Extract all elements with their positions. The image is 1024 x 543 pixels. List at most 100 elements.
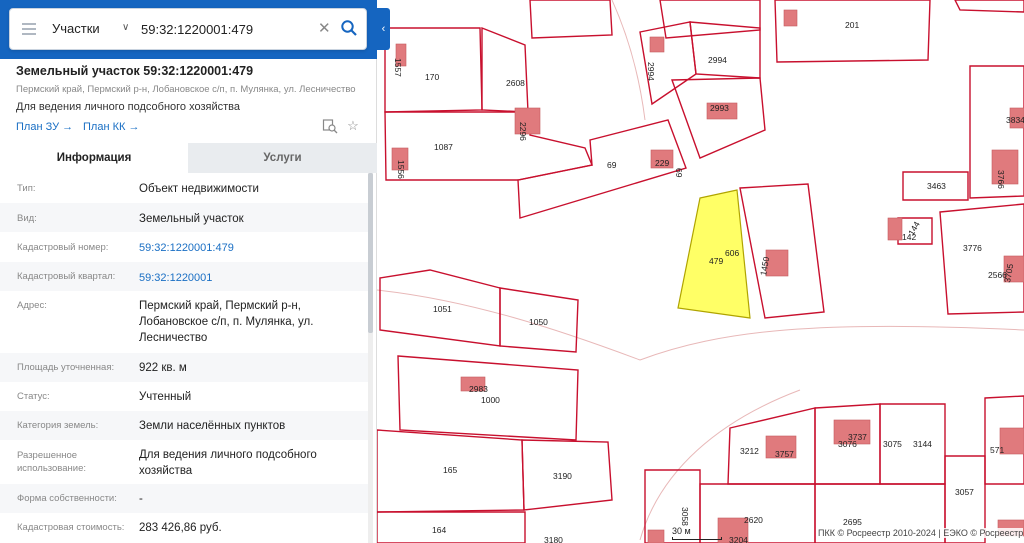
detail-row: Тип: Объект недвижимости [0, 173, 368, 203]
details-list: Тип: Объект недвижимости Вид: Земельный … [0, 173, 368, 543]
parcel-number-label: 165 [443, 465, 457, 475]
plan-kk-link[interactable]: План КК → [83, 121, 139, 133]
parcel-top-b[interactable] [659, 0, 761, 39]
cadastral-quarter-link[interactable]: 59:32:1220001 [139, 270, 354, 286]
parcel-number-label: 144 [906, 219, 922, 237]
panel-tabs: Информация Услуги [0, 143, 377, 173]
parcel-number-label: 69 [607, 160, 617, 170]
parcel-number-label: 3075 [883, 439, 902, 449]
parcel-number-label: 1051 [433, 304, 452, 314]
zoom-to-object-icon[interactable] [322, 118, 338, 134]
detail-row: Форма собственности: - [0, 484, 368, 513]
parcel-number-label: 3834 [1006, 115, 1024, 125]
parcel-number-label: 3463 [927, 181, 946, 191]
parcel-top-c[interactable] [954, 0, 1024, 13]
detail-value: Пермский край, Пермский р-н, Лобановское… [139, 300, 314, 344]
parcel-number-label: 1087 [434, 142, 453, 152]
cadastral-number-link[interactable]: 59:32:1220001:479 [139, 240, 354, 256]
parcel-number-label: 3204 [729, 535, 748, 543]
map-attribution: ПКК © Росреестр 2010-2024 | ЕЭКО © Росре… [818, 528, 1024, 538]
detail-key: Форма собственности: [17, 493, 117, 504]
parcel-201[interactable] [774, 0, 931, 63]
parcel-number-label: 170 [425, 72, 439, 82]
parcel-number-label: 3190 [553, 471, 572, 481]
search-input[interactable] [141, 19, 311, 39]
parcel-number-label: 3180 [544, 535, 563, 543]
parcel-number-label: 3076 [838, 439, 857, 449]
parcel-1087[interactable] [384, 111, 593, 181]
parcel-number-label: 201 [845, 20, 859, 30]
parcel-address-short: Пермский край, Пермский р-н, Лобановское… [16, 84, 356, 95]
parcel-number-label: 229 [655, 158, 669, 168]
detail-value: Для ведения личного подсобного хозяйства [139, 449, 317, 477]
chevron-down-icon[interactable]: ∨ [122, 22, 129, 33]
parcel-number-label: 1050 [529, 317, 548, 327]
tab-info[interactable]: Информация [0, 143, 188, 173]
parcel-number-label: 2608 [506, 78, 525, 88]
detail-key: Разрешенное использование: [17, 450, 87, 474]
parcel-purpose: Для ведения личного подсобного хозяйства [16, 101, 240, 113]
tab-services[interactable]: Услуги [188, 143, 377, 173]
parcel-number-label: 2296 [518, 122, 528, 141]
detail-row: Площадь уточненная: 922 кв. м [0, 353, 368, 382]
parcel-number-label: 3776 [963, 243, 982, 253]
detail-key: Адрес: [17, 300, 47, 311]
detail-row: Кадастровая стоимость: 283 426,86 руб. [0, 513, 368, 543]
parcel-number-label: 2993 [710, 103, 729, 113]
parcel-69[interactable] [517, 119, 687, 219]
parcel-number-label: 2994 [708, 55, 727, 65]
parcel-number-label: 3144 [913, 439, 932, 449]
parcel-number-label: 69 [674, 168, 684, 178]
detail-key: Кадастровый квартал: [17, 271, 116, 282]
parcel-2608[interactable] [481, 26, 529, 113]
detail-row: Кадастровый номер: 59:32:1220001:479 [0, 232, 368, 262]
search-icon[interactable] [340, 19, 358, 37]
info-panel: Участки ∨ ✕ Земельный участок 59:32:1220… [0, 0, 377, 543]
panel-scrollbar[interactable] [368, 173, 373, 543]
detail-row: Вид: Земельный участок [0, 203, 368, 232]
scale-label: 30 м [672, 526, 691, 536]
parcel-number-label: 3058 [680, 507, 690, 526]
plan-zu-link[interactable]: План ЗУ → [16, 121, 73, 133]
search-type-select[interactable]: Участки [52, 21, 100, 36]
parcel-number-label: 1556 [396, 160, 406, 179]
detail-key: Кадастровый номер: [17, 242, 109, 253]
detail-value: Объект недвижимости [139, 183, 259, 195]
scale-bar [672, 537, 722, 540]
star-icon[interactable]: ☆ [345, 118, 361, 134]
menu-icon[interactable] [22, 23, 36, 35]
detail-value: 283 426,86 руб. [139, 522, 222, 534]
parcel-number-label: 164 [432, 525, 446, 535]
parcel-number-label: 3057 [955, 487, 974, 497]
detail-row: Статус: Учтенный [0, 382, 368, 411]
parcel-number-label: 606 [725, 248, 739, 258]
detail-row: Разрешенное использование: Для ведения л… [0, 440, 368, 484]
detail-value: Учтенный [139, 391, 192, 403]
parcel-top-a[interactable] [529, 0, 613, 39]
parcel-number-label: 2994 [646, 62, 656, 81]
parcel-title: Земельный участок 59:32:1220001:479 [16, 64, 254, 78]
detail-key: Площадь уточненная: [17, 362, 115, 373]
detail-value: Земельный участок [139, 213, 244, 225]
detail-row: Категория земель: Земли населённых пункт… [0, 411, 368, 440]
parcel-number-label: 1000 [481, 395, 500, 405]
parcel-479-highlighted[interactable] [677, 189, 751, 319]
detail-row: Адрес: Пермский край, Пермский р-н, Лоба… [0, 291, 368, 353]
parcel-number-label: 2620 [744, 515, 763, 525]
detail-value: 922 кв. м [139, 362, 187, 374]
detail-key: Статус: [17, 391, 50, 402]
detail-key: Категория земель: [17, 420, 99, 431]
parcel-164[interactable] [376, 511, 526, 543]
collapse-panel-button[interactable]: ‹ [377, 8, 390, 50]
parcel-number-label: 2695 [843, 517, 862, 527]
detail-key: Вид: [17, 213, 37, 224]
search-bar: Участки ∨ ✕ [9, 8, 367, 50]
detail-key: Тип: [17, 183, 36, 194]
parcel-number-label: 3212 [740, 446, 759, 456]
parcel-number-label: 3766 [996, 170, 1006, 189]
parcel-number-label: 2983 [469, 384, 488, 394]
parcel-number-label: 1557 [393, 58, 403, 77]
clear-icon[interactable]: ✕ [318, 19, 331, 37]
parcel-number-label: 571 [990, 445, 1004, 455]
detail-value: Земли населённых пунктов [139, 420, 286, 432]
